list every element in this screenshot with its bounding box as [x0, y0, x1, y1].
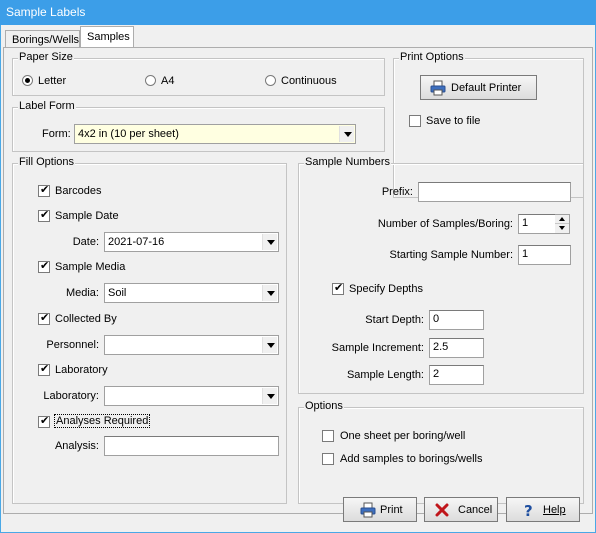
sample-increment-label: Sample Increment:	[331, 342, 424, 354]
close-icon	[434, 502, 450, 521]
laboratory-checkbox[interactable]	[38, 362, 50, 376]
collected-by-checkbox[interactable]	[38, 311, 50, 325]
label-form-legend: Label Form	[18, 100, 76, 112]
paper-size-legend: Paper Size	[18, 51, 74, 63]
save-to-file-label[interactable]: Save to file	[426, 115, 480, 127]
start-depth-input[interactable]: 0	[429, 310, 484, 330]
start-depth-label: Start Depth:	[365, 314, 424, 326]
printer-icon	[360, 502, 376, 521]
letter-label[interactable]: Letter	[38, 75, 66, 87]
one-sheet-label[interactable]: One sheet per boring/well	[340, 430, 465, 442]
a4-label[interactable]: A4	[161, 75, 174, 87]
paper-size-group: Paper Size Letter A4 Continuous	[12, 51, 385, 96]
media-value: Soil	[108, 287, 127, 299]
laboratory-checkbox-label[interactable]: Laboratory	[55, 364, 108, 376]
sample-date-label[interactable]: Sample Date	[55, 210, 119, 222]
barcodes-label[interactable]: Barcodes	[55, 185, 101, 197]
sample-numbers-legend: Sample Numbers	[304, 156, 391, 168]
add-samples-checkbox[interactable]	[322, 453, 334, 465]
printer-icon	[430, 80, 446, 99]
print-options-legend: Print Options	[399, 51, 465, 63]
laboratory-label: Laboratory:	[43, 390, 99, 402]
form-value: 4x2 in (10 per sheet)	[78, 128, 179, 140]
tab-samples[interactable]: Samples	[80, 26, 134, 49]
options-legend: Options	[304, 400, 344, 412]
default-printer-label: Default Printer	[451, 82, 522, 94]
sample-increment-input[interactable]: 2.5	[429, 338, 484, 358]
sample-media-checkbox[interactable]	[38, 259, 50, 273]
personnel-combo[interactable]	[104, 335, 279, 355]
add-samples-label[interactable]: Add samples to borings/wells	[340, 453, 482, 465]
date-picker[interactable]: 2021-07-16	[104, 232, 279, 252]
continuous-label[interactable]: Continuous	[281, 75, 337, 87]
analysis-label: Analysis:	[54, 440, 99, 452]
num-samples-label: Number of Samples/Boring:	[377, 218, 513, 230]
continuous-radio[interactable]	[265, 75, 276, 86]
prefix-label: Prefix:	[381, 186, 413, 198]
help-label: Help	[543, 504, 566, 516]
chevron-down-icon[interactable]	[262, 234, 277, 250]
barcodes-checkbox[interactable]	[38, 183, 50, 197]
one-sheet-checkbox[interactable]	[322, 430, 334, 442]
cancel-button[interactable]: Cancel	[424, 497, 498, 522]
spin-up-icon[interactable]	[555, 215, 569, 224]
chevron-down-icon[interactable]	[262, 388, 277, 404]
sample-date-checkbox[interactable]	[38, 208, 50, 222]
sample-media-label[interactable]: Sample Media	[55, 261, 125, 273]
samples-panel: Paper Size Letter A4 Continuous Label Fo…	[3, 47, 593, 514]
svg-text:?: ?	[524, 502, 533, 518]
help-button[interactable]: ? Help	[506, 497, 580, 522]
spin-down-icon[interactable]	[555, 224, 569, 233]
media-label: Media:	[65, 287, 99, 299]
num-samples-input[interactable]: 1	[518, 214, 556, 234]
sample-length-label: Sample Length:	[346, 369, 424, 381]
default-printer-button[interactable]: Default Printer	[420, 75, 537, 100]
letter-radio[interactable]	[22, 75, 33, 86]
date-label: Date:	[72, 236, 99, 248]
a4-radio[interactable]	[145, 75, 156, 86]
options-group: Options One sheet per boring/well Add sa…	[298, 400, 584, 504]
help-icon: ?	[521, 502, 537, 521]
dialog-window: Sample Labels Borings/Wells Samples Pape…	[0, 0, 596, 533]
fill-options-legend: Fill Options	[18, 156, 76, 168]
analyses-required-checkbox[interactable]	[38, 414, 50, 428]
num-samples-spinner[interactable]	[555, 214, 570, 234]
title-bar[interactable]: Sample Labels	[0, 0, 596, 25]
specify-depths-checkbox[interactable]	[332, 281, 344, 295]
personnel-label: Personnel:	[46, 339, 99, 351]
fill-options-group: Fill Options Barcodes Sample Date Date: …	[12, 156, 287, 504]
print-button[interactable]: Print	[343, 497, 417, 522]
specify-depths-label[interactable]: Specify Depths	[349, 283, 423, 295]
starting-number-input[interactable]: 1	[518, 245, 571, 265]
laboratory-combo[interactable]	[104, 386, 279, 406]
form-label: Form:	[42, 128, 71, 140]
collected-by-label[interactable]: Collected By	[55, 313, 117, 325]
analysis-input[interactable]	[104, 436, 279, 456]
chevron-down-icon[interactable]	[262, 337, 277, 353]
sample-numbers-group: Sample Numbers Prefix: Number of Samples…	[298, 156, 584, 394]
prefix-input[interactable]	[418, 182, 571, 202]
date-value: 2021-07-16	[108, 236, 165, 248]
chevron-down-icon[interactable]	[262, 285, 277, 301]
window-title: Sample Labels	[6, 5, 86, 19]
cancel-label: Cancel	[458, 504, 493, 516]
starting-number-label: Starting Sample Number:	[389, 249, 514, 261]
chevron-down-icon[interactable]	[339, 126, 354, 142]
media-combo[interactable]: Soil	[104, 283, 279, 303]
save-to-file-checkbox[interactable]	[409, 115, 421, 127]
analyses-required-label[interactable]: Analyses Required	[53, 414, 151, 428]
form-combo[interactable]: 4x2 in (10 per sheet)	[74, 124, 356, 144]
label-form-group: Label Form Form: 4x2 in (10 per sheet)	[12, 100, 385, 152]
tab-strip: Borings/Wells Samples	[1, 25, 595, 49]
sample-length-input[interactable]: 2	[429, 365, 484, 385]
dialog-client: Borings/Wells Samples Paper Size Letter …	[1, 25, 595, 532]
print-label: Print	[380, 504, 403, 516]
